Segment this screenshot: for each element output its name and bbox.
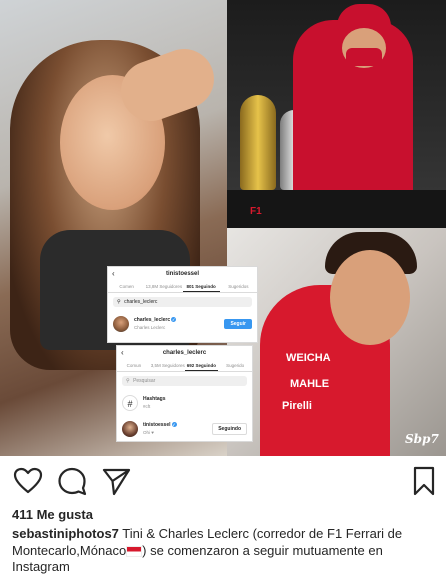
send-icon[interactable] [100,465,132,497]
action-bar [0,456,446,508]
tab-suggested: Sugerido [226,363,245,368]
follow-button: Seguir [224,319,252,329]
search-icon: ⚲ [117,299,121,305]
tab-common: Comun [126,363,142,368]
hashtag-names: Hashtags #cft [143,396,247,410]
row-fullname: Charles Leclerc [134,325,166,330]
user-names: charles_leclerc ✓ Charles Leclerc [134,317,224,331]
row-fullname: Ohi ♥ [143,430,154,435]
sponsor-weichai: WEICHA [286,352,331,364]
search-icon: ⚲ [126,378,130,384]
caption-author[interactable]: sebastiniphotos7 [12,526,119,541]
portrait-face [330,250,410,345]
avatar [122,421,138,437]
likes-count[interactable]: 411 Me gusta [12,507,93,522]
sponsor-mahle: MAHLE [290,378,330,390]
row-username: Hashtags [143,396,166,402]
screenshot-card-tini: ‹ tinistoessel Comen 13,8M Seguidores 80… [107,266,258,343]
sponsor-pirelli: Pirelli [282,400,312,412]
driver-mask [346,48,382,66]
list-item: tinistoessel ✓ Ohi ♥ Seguindo [117,416,252,442]
search-input: ⚲ charles_leclerc [113,297,252,307]
card-header: ‹ charles_leclerc [117,346,252,360]
card-username: tinistoessel [165,271,199,277]
search-placeholder: Pesquisar [133,378,156,384]
tab-following: 801 Seguindo [182,281,220,292]
card-header: ‹ tinistoessel [108,267,257,281]
chevron-left-icon: ‹ [112,269,115,278]
comment-icon[interactable] [56,465,88,497]
verified-icon: ✓ [171,422,177,428]
list-item: # Hashtags #cft [117,390,252,416]
search-value: charles_leclerc [124,299,158,305]
heart-icon[interactable] [12,465,44,497]
card-tabs: Comun 3,5M Seguidores 692 Seguindo Suger… [117,360,252,372]
tab-following: 692 Seguindo [184,360,219,371]
bookmark-icon[interactable] [408,465,440,497]
podium-sign: F1 [250,206,262,217]
row-fullname: #cft [143,404,151,409]
user-names: tinistoessel ✓ Ohi ♥ [143,422,212,436]
card-username: charles_leclerc [162,350,207,356]
trophy-gold [240,95,276,190]
search-input: ⚲ Pesquisar [122,376,247,386]
tab-common: Comen [119,284,134,289]
monaco-flag-icon [126,545,143,557]
hashtag-icon: # [122,395,138,411]
chevron-left-icon: ‹ [121,348,124,357]
card-tabs: Comen 13,8M Seguidores 801 Seguindo Suge… [108,281,257,293]
post-caption: sebastiniphotos7 Tini & Charles Leclerc … [12,526,442,576]
row-username: tinistoessel [143,422,171,428]
tab-suggested: Sugeridos [228,284,249,289]
row-username: charles_leclerc [134,317,171,323]
following-button: Seguindo [212,423,247,435]
list-item: charles_leclerc ✓ Charles Leclerc Seguir [108,311,257,337]
avatar [113,316,129,332]
watermark: Sbp7 [405,432,439,446]
tab-followers: 3,5M Seguidores [150,363,185,368]
screenshot-card-charles: ‹ charles_leclerc Comun 3,5M Seguidores … [116,345,253,442]
tab-followers: 13,8M Seguidores [145,284,183,289]
post-image[interactable]: F1 WEICHA MAHLE Pirelli Sbp7 ‹ tinistoes… [0,0,446,456]
verified-icon: ✓ [171,317,177,323]
